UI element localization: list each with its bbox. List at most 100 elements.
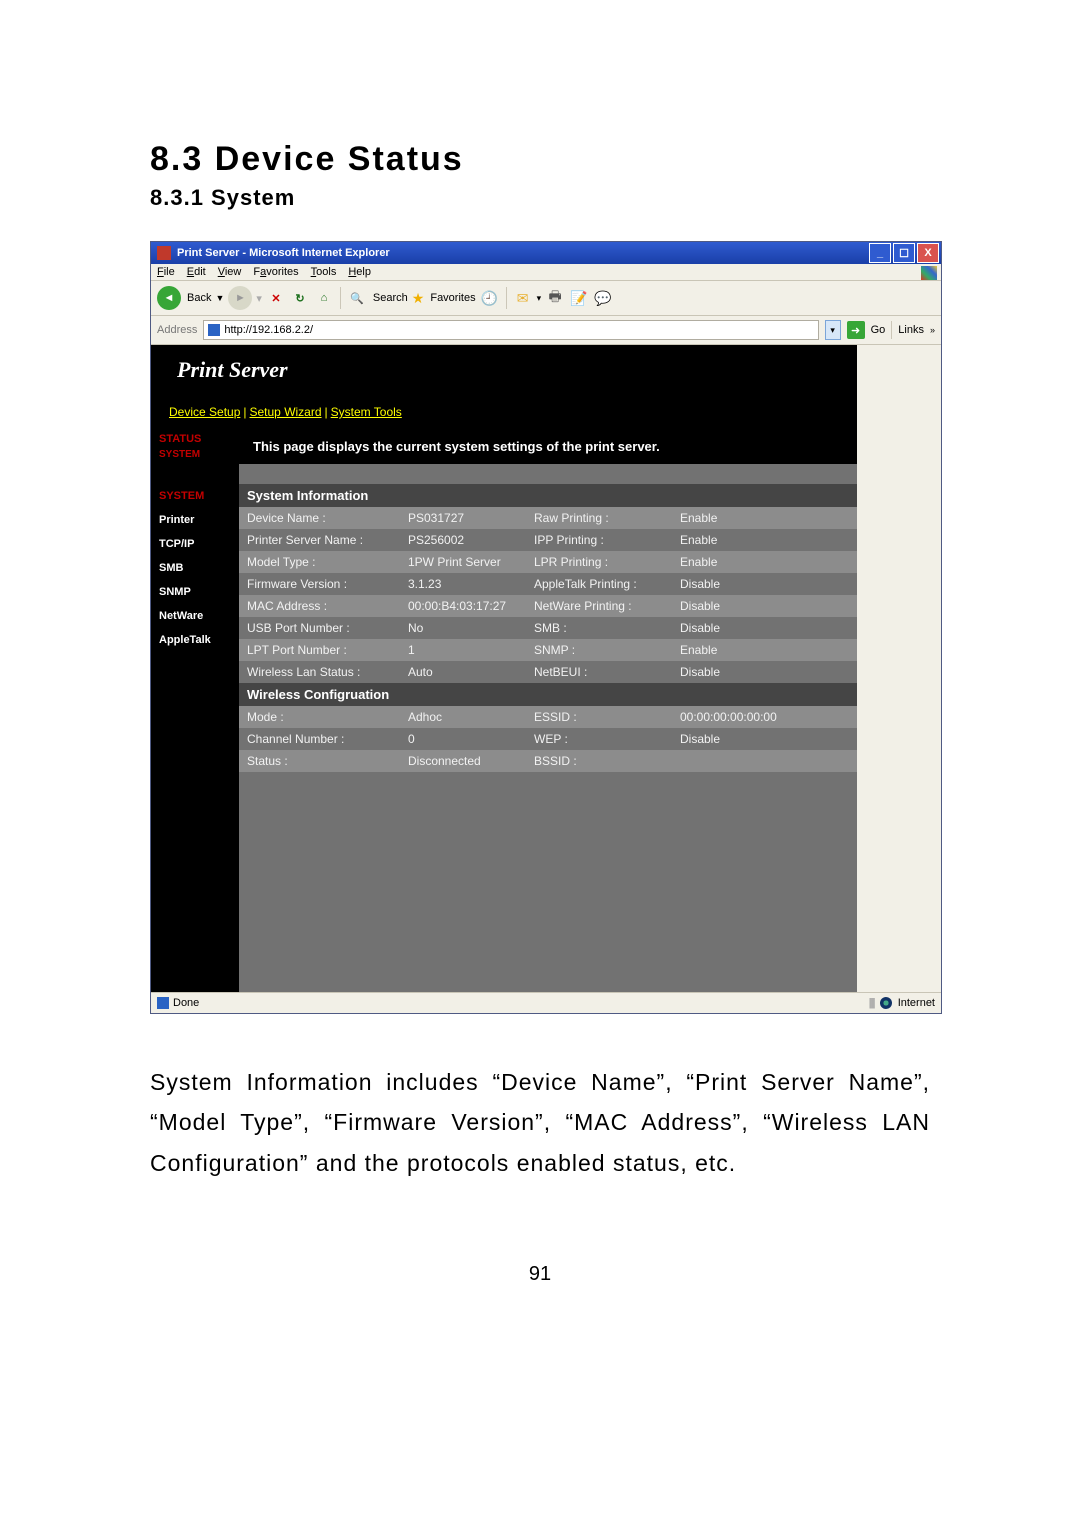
refresh-button[interactable]: ↻ xyxy=(290,288,310,308)
section-heading-1: 8.3 Device Status xyxy=(150,140,930,179)
cell-label: USB Port Number : xyxy=(239,617,400,639)
cell-value: No xyxy=(400,617,526,639)
discuss-icon[interactable]: 💬 xyxy=(593,288,613,308)
windows-flag-icon xyxy=(921,266,937,280)
cell-label: LPT Port Number : xyxy=(239,639,400,661)
cell-value: Disconnected xyxy=(400,750,526,772)
cell-value: Disable xyxy=(672,617,857,639)
menu-edit[interactable]: Edit xyxy=(187,266,206,278)
sidebar-item-system[interactable]: SYSTEM xyxy=(151,484,239,508)
cell-label: Device Name : xyxy=(239,507,400,529)
cell-value: Disable xyxy=(672,728,857,750)
cell-value: Disable xyxy=(672,573,857,595)
address-input[interactable]: http://192.168.2.2/ xyxy=(203,320,818,340)
cell-value: Enable xyxy=(672,507,857,529)
cell-label: Status : xyxy=(239,750,400,772)
cell-label: Mode : xyxy=(239,706,400,728)
print-icon[interactable]: 🖶 xyxy=(545,288,565,308)
table-row: USB Port Number :NoSMB :Disable xyxy=(239,617,857,639)
cell-label: NetBEUI : xyxy=(526,661,672,683)
mail-icon[interactable]: ✉ xyxy=(513,288,533,308)
address-url: http://192.168.2.2/ xyxy=(224,324,313,336)
cell-label: Model Type : xyxy=(239,551,400,573)
ie-page-icon xyxy=(208,324,220,336)
progress-grip: |||||| xyxy=(869,997,874,1009)
status-zone: Internet xyxy=(898,997,935,1009)
sidebar-item-printer[interactable]: Printer xyxy=(151,508,239,532)
sidebar-system-sub: SYSTEM xyxy=(151,449,239,464)
cell-value: PS256002 xyxy=(400,529,526,551)
main-panel: This page displays the current system se… xyxy=(239,429,857,992)
sidebar-item-appletalk[interactable]: AppleTalk xyxy=(151,628,239,652)
status-text: Done xyxy=(173,997,199,1009)
nav-system-tools[interactable]: System Tools xyxy=(331,405,402,419)
cell-label: Channel Number : xyxy=(239,728,400,750)
menu-favorites[interactable]: Favorites xyxy=(253,266,298,278)
sidebar-item-snmp[interactable]: SNMP xyxy=(151,580,239,604)
search-label[interactable]: Search xyxy=(373,292,408,304)
links-label[interactable]: Links xyxy=(898,324,924,336)
history-icon[interactable]: 🕘 xyxy=(480,288,500,308)
cell-value: Auto xyxy=(400,661,526,683)
home-button[interactable]: ⌂ xyxy=(314,288,334,308)
cell-value: PS031727 xyxy=(400,507,526,529)
system-info-table: Device Name :PS031727Raw Printing :Enabl… xyxy=(239,507,857,683)
go-button[interactable]: ➜ xyxy=(847,321,865,339)
search-icon[interactable]: 🔍 xyxy=(347,288,367,308)
wireless-info-table: Mode :AdhocESSID :00:00:00:00:00:00Chann… xyxy=(239,706,857,772)
section-wireless: Wireless Configruation xyxy=(239,683,857,706)
favorites-icon[interactable]: ★ xyxy=(412,290,425,307)
cell-value: 1 xyxy=(400,639,526,661)
address-bar: Address http://192.168.2.2/ ▾ ➜ Go Links… xyxy=(151,316,941,345)
address-dropdown[interactable]: ▾ xyxy=(825,320,841,340)
cell-label: NetWare Printing : xyxy=(526,595,672,617)
ie-done-icon xyxy=(157,997,169,1009)
table-row: Model Type :1PW Print ServerLPR Printing… xyxy=(239,551,857,573)
cell-label: Firmware Version : xyxy=(239,573,400,595)
stop-button[interactable]: ✕ xyxy=(266,288,286,308)
table-row: MAC Address :00:00:B4:03:17:27NetWare Pr… xyxy=(239,595,857,617)
section-system-info: System Information xyxy=(239,484,857,507)
edit-icon[interactable]: 📝 xyxy=(569,288,589,308)
ie-right-band xyxy=(857,345,941,992)
cell-value xyxy=(672,750,857,772)
table-row: Wireless Lan Status :AutoNetBEUI :Disabl… xyxy=(239,661,857,683)
cell-label: ESSID : xyxy=(526,706,672,728)
sidebar: STATUS SYSTEM SYSTEM Printer TCP/IP SMB … xyxy=(151,429,239,992)
cell-value: 1PW Print Server xyxy=(400,551,526,573)
page-header: Print Server xyxy=(151,345,857,395)
nav-setup-wizard[interactable]: Setup Wizard xyxy=(250,405,322,419)
table-row: LPT Port Number :1SNMP :Enable xyxy=(239,639,857,661)
menu-tools[interactable]: Tools xyxy=(311,266,337,278)
back-label[interactable]: Back xyxy=(187,292,211,304)
menu-file[interactable]: File xyxy=(157,266,175,278)
go-label: Go xyxy=(871,324,886,336)
cell-value: Disable xyxy=(672,595,857,617)
ie-logo-icon xyxy=(157,246,171,260)
cell-label: SMB : xyxy=(526,617,672,639)
restore-button[interactable]: ☐ xyxy=(893,243,915,263)
forward-button[interactable]: ► xyxy=(228,286,252,310)
sidebar-item-tcpip[interactable]: TCP/IP xyxy=(151,532,239,556)
back-button[interactable]: ◄ xyxy=(157,286,181,310)
minimize-button[interactable]: _ xyxy=(869,243,891,263)
sidebar-status-head: STATUS xyxy=(151,429,239,449)
sidebar-item-netware[interactable]: NetWare xyxy=(151,604,239,628)
favorites-label[interactable]: Favorites xyxy=(430,292,475,304)
cell-value: 3.1.23 xyxy=(400,573,526,595)
nav-device-setup[interactable]: Device Setup xyxy=(169,405,240,419)
close-button[interactable]: X xyxy=(917,243,939,263)
page-number: 91 xyxy=(150,1263,930,1286)
table-row: Firmware Version :3.1.23AppleTalk Printi… xyxy=(239,573,857,595)
status-bar: Done |||||| Internet xyxy=(151,992,941,1013)
menu-view[interactable]: View xyxy=(218,266,242,278)
menubar: File Edit View Favorites Tools Help xyxy=(151,264,941,281)
menu-help[interactable]: Help xyxy=(348,266,371,278)
page-description: This page displays the current system se… xyxy=(239,429,857,464)
cell-value: Enable xyxy=(672,551,857,573)
table-row: Printer Server Name :PS256002IPP Printin… xyxy=(239,529,857,551)
table-row: Device Name :PS031727Raw Printing :Enabl… xyxy=(239,507,857,529)
sidebar-item-smb[interactable]: SMB xyxy=(151,556,239,580)
cell-value: Adhoc xyxy=(400,706,526,728)
cell-label: SNMP : xyxy=(526,639,672,661)
